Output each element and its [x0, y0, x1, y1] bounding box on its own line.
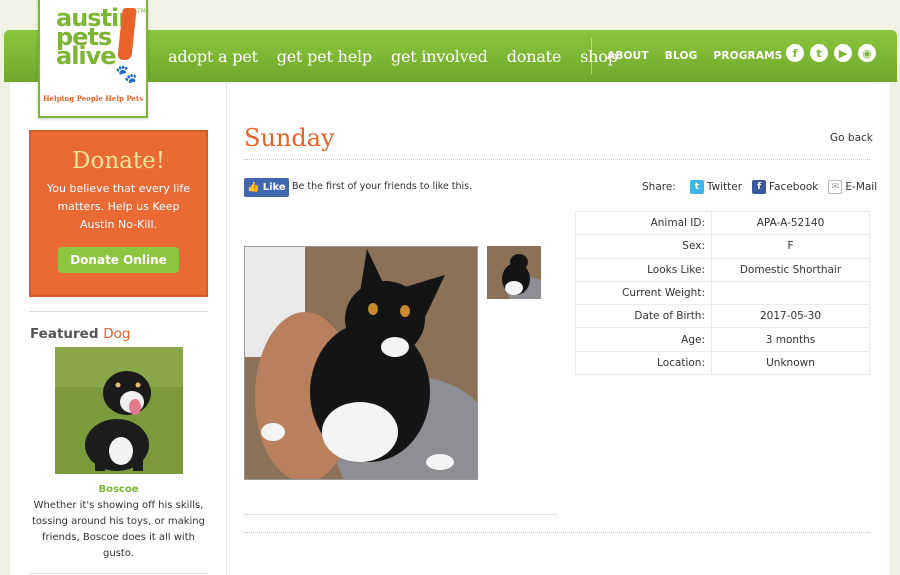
pet-details-table: Animal ID: APA-A-52140 Sex: F Looks Like…	[575, 210, 870, 376]
detail-label: Sex:	[575, 234, 712, 259]
go-back-link[interactable]: Go back	[830, 132, 873, 144]
featured-dog-description: Whether it's showing off his skills, tos…	[31, 500, 205, 559]
social-links: f t ▶ ◉	[786, 44, 876, 62]
share-label: Share:	[642, 181, 676, 193]
share-twitter-label: Twitter	[706, 181, 743, 193]
donate-title: Donate!	[72, 148, 165, 174]
envelope-icon: ✉	[828, 180, 843, 194]
secondary-nav: ABOUT BLOG PROGRAMS	[607, 30, 799, 82]
like-button-label: Like	[262, 182, 286, 193]
facebook-icon[interactable]: f	[786, 44, 804, 62]
thumbs-up-icon: 👍	[247, 182, 260, 193]
detail-label: Location:	[575, 350, 712, 376]
donate-online-button[interactable]: Donate Online	[58, 247, 179, 273]
featured-type: Dog	[103, 326, 131, 342]
featured-label: Featured	[30, 326, 99, 342]
sidebar-divider-bottom	[29, 573, 208, 574]
detail-label: Looks Like:	[575, 257, 712, 282]
detail-value	[711, 280, 870, 306]
nav-divider	[591, 38, 592, 74]
photo-divider	[244, 514, 556, 515]
facebook-icon: f	[752, 180, 767, 194]
pet-main-photo[interactable]	[244, 246, 478, 480]
paw-icon: 🐾	[115, 64, 138, 85]
nav-programs[interactable]: PROGRAMS	[713, 50, 782, 62]
detail-value: Unknown	[711, 350, 870, 376]
column-divider	[226, 82, 227, 575]
share-facebook-label: Facebook	[769, 181, 819, 193]
detail-label: Age:	[575, 327, 712, 352]
donate-text: You believe that every life matters. Hel…	[46, 182, 191, 231]
like-count-text: Be the first of your friends to like thi…	[292, 181, 473, 192]
logo-trademark: TM	[137, 8, 146, 15]
detail-label: Animal ID:	[575, 210, 712, 236]
share-email[interactable]: ✉ E-Mail	[828, 180, 877, 194]
nav-get-pet-help[interactable]: get pet help	[277, 47, 372, 66]
twitter-icon: t	[689, 180, 704, 194]
twitter-icon[interactable]: t	[810, 44, 828, 62]
share-email-label: E-Mail	[845, 181, 878, 193]
pet-photo-thumbnail[interactable]	[487, 246, 541, 299]
logo-tagline: Helping People Help Pets	[42, 94, 144, 103]
primary-nav: adopt a pet get pet help get involved do…	[168, 30, 637, 82]
detail-label: Current Weight:	[575, 280, 712, 306]
share-bar: Share: t Twitter f Facebook ✉ E-Mail	[642, 180, 887, 194]
detail-label: Date of Birth:	[575, 304, 712, 329]
page-title: Sunday	[244, 124, 335, 152]
detail-value: 2017-05-30	[711, 304, 870, 329]
site-logo[interactable]: austin pets alive 🐾 TM Helping People He…	[38, 0, 148, 118]
featured-heading: Featured Dog	[30, 326, 130, 342]
detail-value: F	[711, 234, 870, 259]
nav-get-involved[interactable]: get involved	[391, 47, 488, 66]
rss-icon[interactable]: ◉	[858, 44, 876, 62]
share-facebook[interactable]: f Facebook	[752, 180, 818, 194]
featured-dog-photo[interactable]	[55, 347, 183, 474]
table-row: Animal ID: APA-A-52140	[575, 210, 870, 236]
facebook-like-button[interactable]: 👍 Like	[244, 178, 289, 197]
share-twitter[interactable]: t Twitter	[689, 180, 743, 194]
youtube-icon[interactable]: ▶	[834, 44, 852, 62]
table-row: Location: Unknown	[575, 350, 870, 376]
content-divider	[244, 532, 870, 533]
sidebar-divider	[29, 311, 208, 312]
nav-about[interactable]: ABOUT	[607, 50, 649, 62]
featured-dog-name[interactable]: Boscoe	[29, 484, 208, 495]
nav-donate[interactable]: donate	[507, 47, 562, 66]
nav-adopt-a-pet[interactable]: adopt a pet	[168, 47, 258, 66]
table-row: Date of Birth: 2017-05-30	[575, 304, 870, 329]
nav-blog[interactable]: BLOG	[665, 50, 698, 62]
table-row: Looks Like: Domestic Shorthair	[575, 257, 870, 282]
table-row: Age: 3 months	[575, 327, 870, 352]
detail-value: 3 months	[711, 327, 870, 352]
table-row: Sex: F	[575, 234, 870, 259]
detail-value: Domestic Shorthair	[711, 257, 870, 282]
donate-panel: Donate! You believe that every life matt…	[29, 130, 208, 297]
table-row: Current Weight:	[575, 280, 870, 306]
title-divider	[244, 159, 870, 160]
detail-value: APA-A-52140	[711, 210, 870, 236]
